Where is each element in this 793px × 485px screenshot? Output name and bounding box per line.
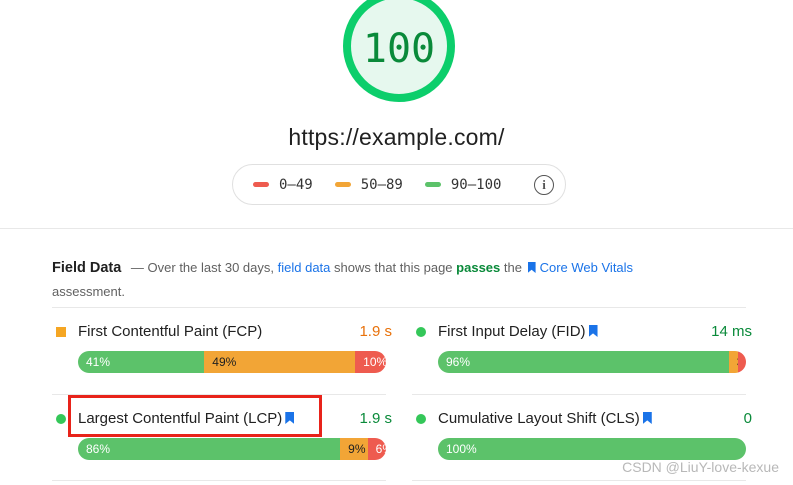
bookmark-icon (642, 412, 652, 424)
average-square-icon (56, 327, 66, 337)
metric-fcp: First Contentful Paint (FCP) 1.9 s 41% 4… (52, 321, 392, 373)
metrics-divider-top (52, 307, 746, 308)
good-circle-icon (56, 414, 66, 424)
legend-dash-average (334, 182, 351, 187)
metrics-divider-bottom-right (412, 480, 746, 481)
field-text-4: assessment. (52, 284, 125, 299)
segment-good: 41% (78, 351, 205, 373)
distribution-bar: 96% 3% 1% (438, 351, 746, 373)
segment-good: 96% (438, 351, 729, 373)
metric-value: 1.9 s (359, 323, 392, 340)
highlight-box (68, 395, 322, 437)
metric-value: 14 ms (711, 323, 752, 340)
distribution-bar: 41% 49% 10% (78, 351, 386, 373)
segment-poor: 6% (367, 438, 386, 460)
good-circle-icon (416, 414, 426, 424)
metric-value: 0 (743, 410, 752, 427)
good-circle-icon (416, 327, 426, 337)
field-data-link[interactable]: field data (278, 260, 331, 275)
bookmark-icon (527, 262, 536, 273)
legend-label-average: 50–89 (360, 176, 403, 193)
info-icon[interactable]: i (534, 175, 554, 195)
metric-value: 1.9 s (359, 410, 392, 427)
metric-name: First Contentful Paint (FCP) (78, 323, 263, 340)
passes-label: passes (456, 260, 501, 275)
score-value: 100 (362, 26, 436, 72)
metrics-divider-bottom-left (52, 480, 386, 481)
legend-label-good: 90–100 (450, 176, 502, 193)
score-legend: 0–49 50–89 90–100 i (232, 164, 566, 205)
segment-good: 86% (78, 438, 341, 460)
metric-cls: Cumulative Layout Shift (CLS) 0 100% (412, 408, 752, 460)
segment-good: 100% (438, 438, 746, 460)
segment-average: 49% (204, 351, 356, 373)
segment-poor: 10% (355, 351, 386, 373)
legend-item-good: 90–100 (424, 176, 502, 193)
metrics-divider-right (412, 394, 746, 395)
page-url[interactable]: https://example.com/ (0, 124, 793, 151)
field-data-summary: Field Data — Over the last 30 days, fiel… (52, 256, 692, 303)
core-web-vitals-link[interactable]: Core Web Vitals (540, 260, 633, 275)
score-gauge: 100 (341, 0, 457, 104)
watermark: CSDN @LiuY-love-kexue (622, 459, 779, 475)
field-text-1: — Over the last 30 days, (130, 260, 274, 275)
legend-dash-good (424, 182, 441, 187)
legend-item-average: 50–89 (334, 176, 403, 193)
bookmark-icon (588, 325, 598, 337)
metric-name: Cumulative Layout Shift (CLS) (438, 410, 640, 427)
field-text-2: shows that this page (334, 260, 453, 275)
legend-item-poor: 0–49 (253, 177, 313, 193)
metric-fid: First Input Delay (FID) 14 ms 96% 3% 1% (412, 321, 752, 373)
field-data-title: Field Data (52, 260, 122, 276)
section-divider (0, 228, 793, 229)
legend-dash-poor (253, 182, 269, 187)
distribution-bar: 100% (438, 438, 746, 460)
segment-average: 9% (340, 438, 368, 460)
field-text-3: the (503, 260, 522, 275)
metric-name: First Input Delay (FID) (438, 323, 586, 340)
segment-poor: 1% (738, 351, 746, 373)
legend-label-poor: 0–49 (279, 176, 313, 193)
distribution-bar: 86% 9% 6% (78, 438, 386, 460)
segment-average: 3% (728, 351, 738, 373)
